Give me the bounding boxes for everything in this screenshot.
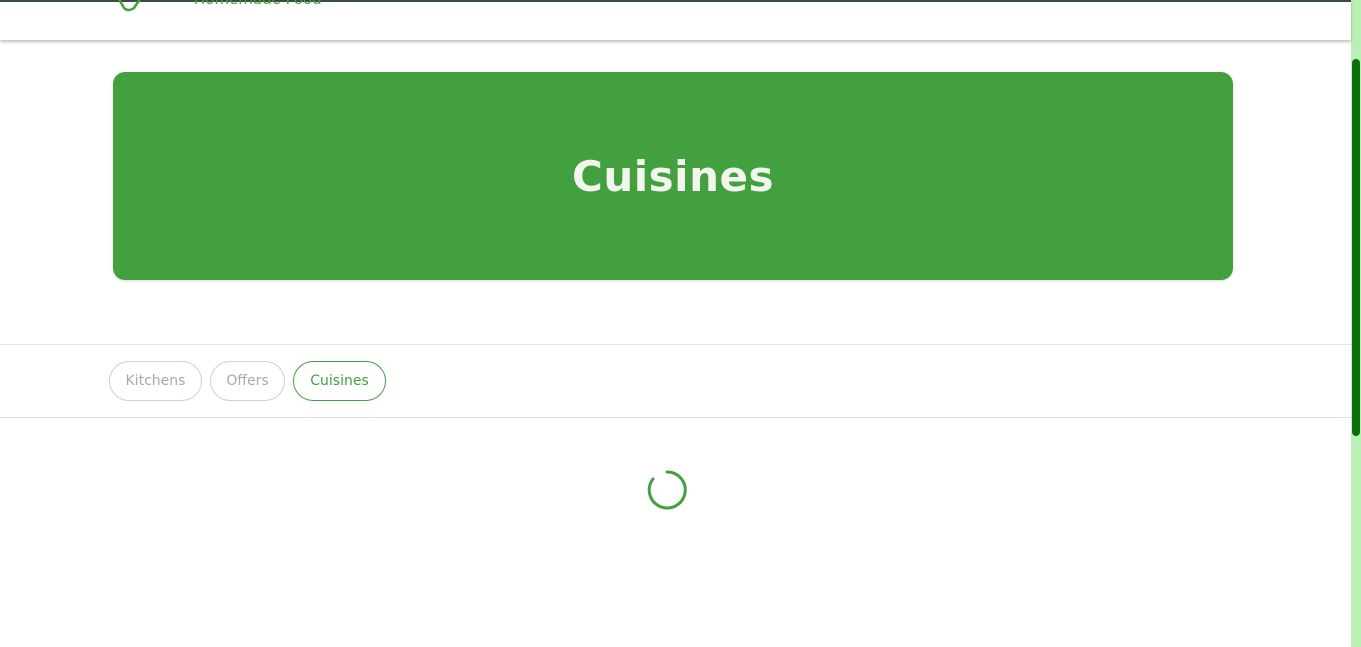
tab-label: Offers (226, 373, 269, 389)
tab-label: Kitchens (125, 373, 186, 389)
page-scrollbar[interactable] (1351, 0, 1361, 647)
brand-tagline: Homemade Food (194, 0, 322, 8)
tab-label: Cuisines (310, 373, 369, 389)
category-tabs: Kitchens Offers Cuisines (0, 344, 1351, 418)
tab-offers[interactable]: Offers (210, 361, 285, 401)
page-hero-banner: Cuisines (113, 72, 1233, 280)
loading-spinner-icon (647, 470, 687, 510)
scrollbar-thumb[interactable] (1352, 59, 1360, 436)
tab-cuisines[interactable]: Cuisines (293, 361, 386, 401)
bag-leaf-icon[interactable] (112, 0, 146, 12)
top-navigation-bar: Homemade Food (0, 0, 1351, 40)
tab-kitchens[interactable]: Kitchens (109, 361, 202, 401)
page-title: Cuisines (572, 151, 774, 201)
